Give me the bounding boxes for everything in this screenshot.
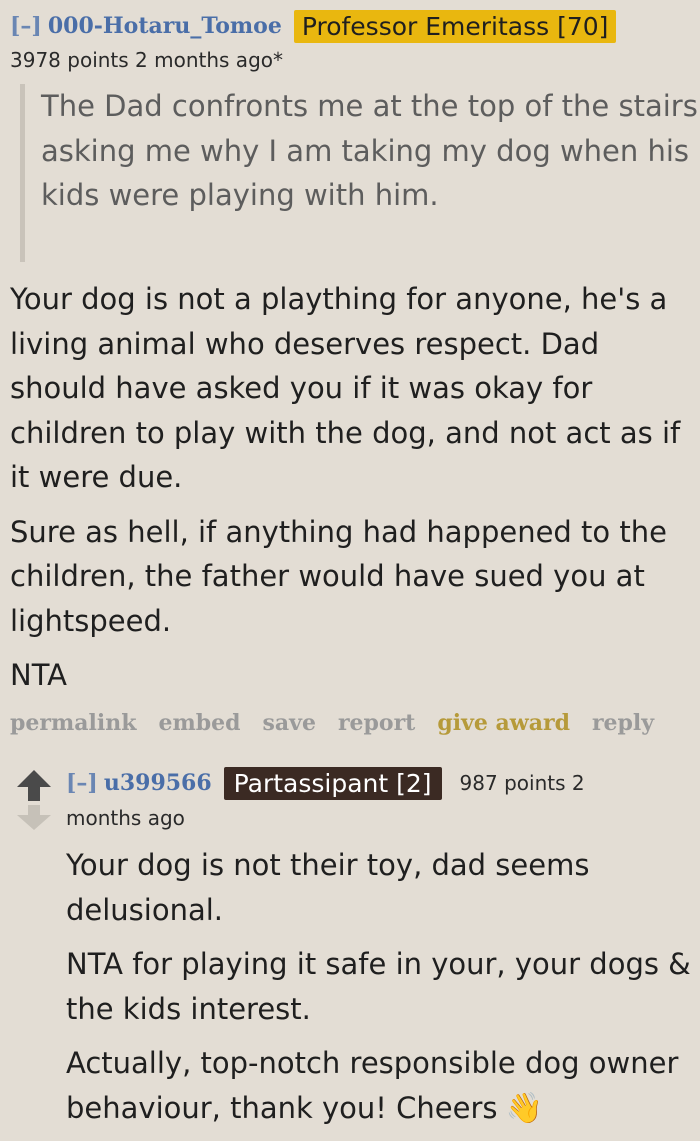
comment2-tagline: [–] u399566 Partassipant [2] 987 points …	[66, 766, 585, 800]
reply-link[interactable]: reply	[592, 710, 654, 736]
comment2-paragraph: Your dog is not their toy, dad seems del…	[66, 848, 590, 927]
comment1-paragraph: Sure as hell, if anything had happened t…	[10, 514, 667, 638]
comment2-body: Your dog is not their toy, dad seems del…	[66, 843, 696, 1141]
comment1-meta: 3978 points 2 months ago*	[10, 48, 283, 72]
waving-hand-icon: 👋	[505, 1090, 543, 1126]
comment1-author-link[interactable]: 000-Hotaru_Tomoe	[48, 13, 282, 39]
permalink-link[interactable]: permalink	[10, 710, 136, 736]
upvote-arrow-icon[interactable]	[15, 770, 53, 801]
comment1-paragraph: NTA	[10, 658, 67, 692]
comment1-actions: permalink embed save report give award r…	[10, 710, 654, 736]
collapse-toggle[interactable]: [–]	[10, 13, 42, 39]
report-link[interactable]: report	[338, 710, 415, 736]
comment2-user-flair: Partassipant [2]	[223, 766, 442, 800]
comment1-body: Your dog is not a plaything for anyone, …	[10, 277, 695, 708]
comment2-meta: months ago	[66, 806, 185, 830]
vote-controls	[15, 770, 53, 830]
give-award-link[interactable]: give award	[437, 710, 570, 736]
comment2-author-link[interactable]: u399566	[104, 770, 212, 796]
collapse-toggle[interactable]: [–]	[66, 770, 98, 796]
downvote-arrow-icon[interactable]	[15, 805, 53, 830]
comment1-blockquote: The Dad confronts me at the top of the s…	[20, 84, 700, 262]
save-link[interactable]: save	[263, 710, 316, 736]
embed-link[interactable]: embed	[158, 710, 240, 736]
comment2-points: 987 points 2	[459, 771, 585, 795]
comment2-paragraph-last: Actually, top-notch responsible dog owne…	[66, 1041, 696, 1131]
comment1-tagline: [–] 000-Hotaru_Tomoe Professor Emeritass…	[10, 8, 617, 44]
comment1-user-flair: Professor Emeritass [70]	[293, 9, 617, 43]
comment2-paragraph-text: Actually, top-notch responsible dog owne…	[66, 1046, 679, 1125]
comment2-paragraph: NTA for playing it safe in your, your do…	[66, 947, 691, 1026]
comment1-paragraph: Your dog is not a plaything for anyone, …	[10, 282, 681, 494]
